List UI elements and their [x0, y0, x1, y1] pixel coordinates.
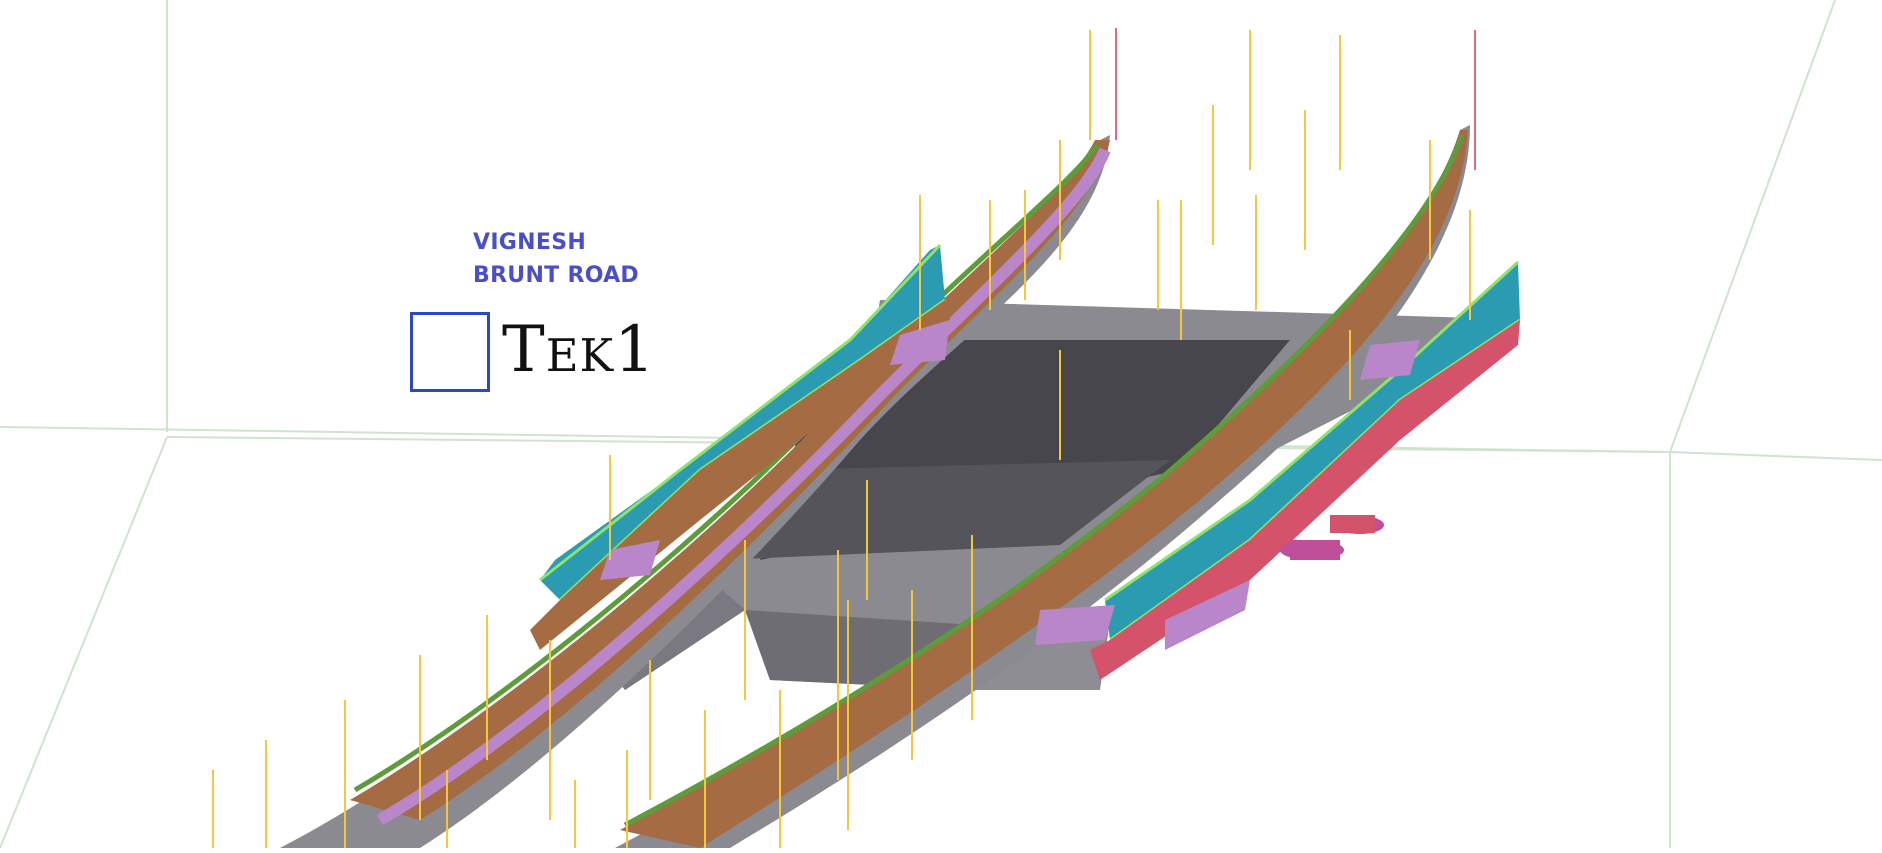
3d-model-viewport[interactable]: VIGNESH BRUNT ROAD Tek1 — [0, 0, 1882, 849]
bridge-model[interactable] — [0, 0, 1882, 849]
project-label-vignesh: VIGNESH — [473, 230, 587, 255]
tek1-logo: Tek1 — [502, 313, 656, 387]
red-posts — [1115, 28, 1476, 170]
project-label-road: BRUNT ROAD — [473, 263, 639, 288]
square-outline-icon — [410, 312, 490, 392]
